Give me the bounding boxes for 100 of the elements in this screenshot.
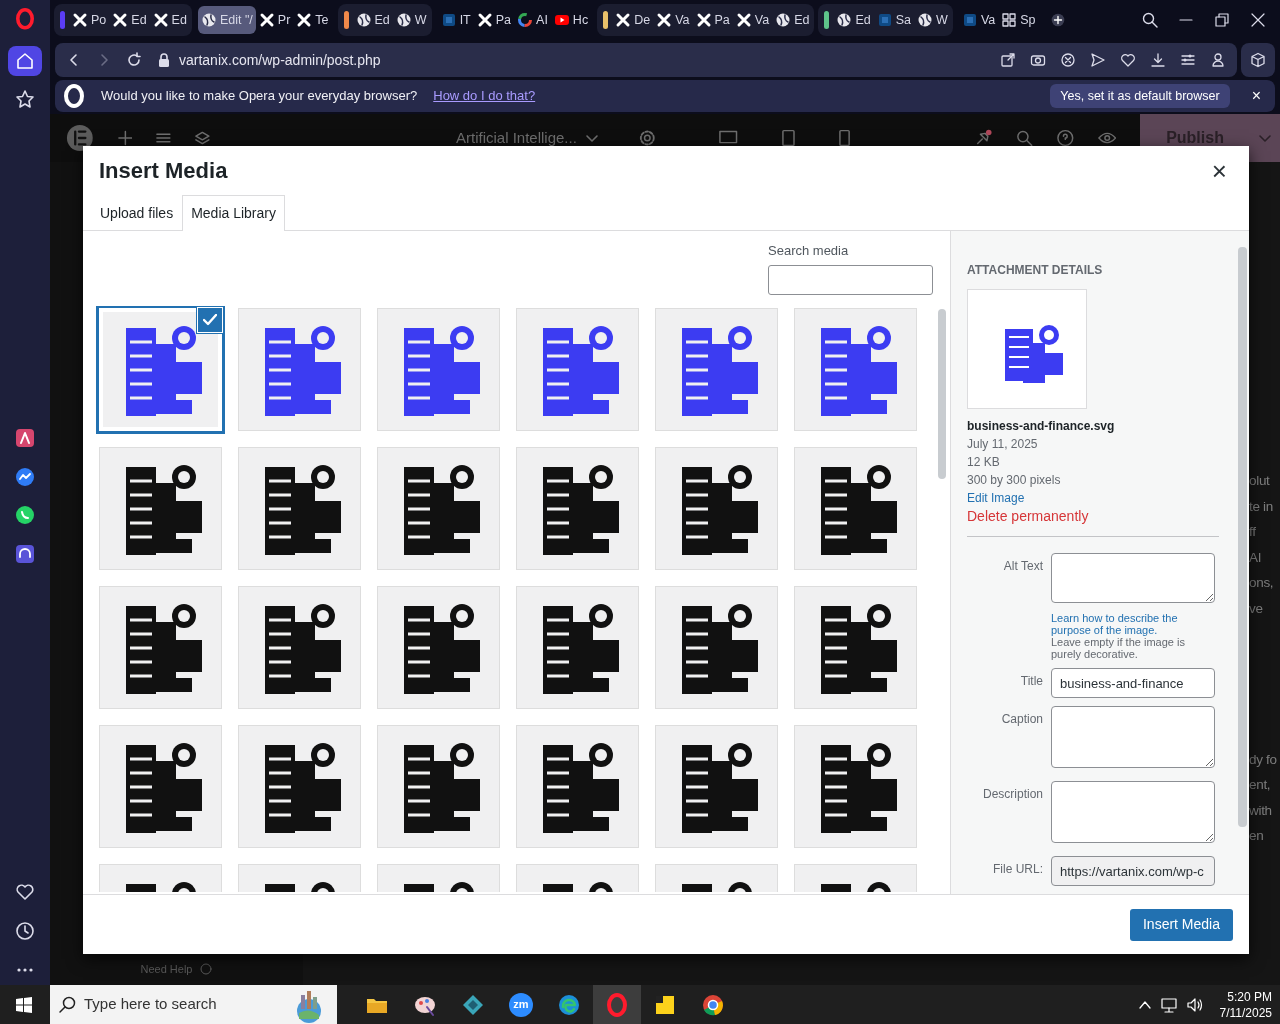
browser-tab[interactable]: Va <box>732 6 773 34</box>
search-icon <box>1142 12 1158 28</box>
browser-tab[interactable]: Hc <box>550 6 592 34</box>
media-thumbnail[interactable] <box>238 308 361 431</box>
search-label: Search media <box>768 242 849 260</box>
sidebar-button[interactable] <box>8 45 42 77</box>
media-thumbnail[interactable] <box>655 725 778 848</box>
media-thumbnail[interactable] <box>377 586 500 709</box>
swirl-icon <box>557 992 581 1017</box>
tablet-icon[interactable] <box>781 129 795 147</box>
clock-date[interactable]: 7/11/2025 <box>1219 1004 1272 1021</box>
opera-logo-icon[interactable] <box>15 8 35 30</box>
x-shape-icon <box>695 12 712 28</box>
set-default-button[interactable]: Yes, set it as default browser <box>1050 83 1230 109</box>
browser-tab[interactable]: Ed <box>149 6 190 34</box>
media-thumbnail[interactable] <box>377 308 500 431</box>
browser-tab[interactable]: Ed <box>109 6 150 34</box>
heart-icon <box>1120 52 1136 68</box>
phone-icon[interactable] <box>838 129 850 147</box>
globe-icon <box>395 12 412 28</box>
document-title[interactable]: Artificial Intellige... <box>455 126 577 150</box>
browser-tab[interactable]: Po <box>69 6 110 34</box>
media-thumbnail[interactable] <box>238 447 361 570</box>
clock-time[interactable]: 5:20 PM <box>1219 988 1272 1005</box>
upload-date: July 11, 2025 <box>967 436 1039 453</box>
browser-tab[interactable]: Va <box>958 6 999 34</box>
media-thumbnail[interactable] <box>516 308 639 431</box>
browser-tab[interactable]: Sa <box>873 6 915 34</box>
media-thumbnail[interactable] <box>238 725 361 848</box>
media-thumbnail[interactable] <box>99 308 222 431</box>
section-heading: ATTACHMENT DETAILS <box>967 262 1104 279</box>
browser-tab[interactable]: Pa <box>692 6 733 34</box>
media-thumbnail[interactable] <box>655 586 778 709</box>
browser-tab[interactable]: Va <box>653 6 693 34</box>
media-thumbnail[interactable] <box>99 586 222 709</box>
plus-icon[interactable] <box>117 130 133 146</box>
speaker-icon[interactable] <box>1185 996 1204 1013</box>
desktop-icon[interactable] <box>719 130 738 146</box>
help-link[interactable]: How do I do that? <box>433 86 536 106</box>
url-field[interactable]: https://vartanix.com/wp-c <box>1051 856 1215 886</box>
article-text: with <box>1249 801 1273 820</box>
media-thumbnail[interactable] <box>377 447 500 570</box>
taskbar-search-field[interactable]: Type here to search <box>50 985 337 1024</box>
x-shape-icon <box>258 12 275 28</box>
article-text: ve <box>1249 599 1264 618</box>
media-thumbnail[interactable] <box>655 308 778 431</box>
layers-icon[interactable] <box>195 130 210 146</box>
browser-tab[interactable]: Ed <box>772 6 813 34</box>
modal-tab[interactable]: Media Library <box>182 195 285 231</box>
browser-tab[interactable]: W <box>914 6 951 34</box>
gear-icon[interactable] <box>638 129 656 147</box>
image-dimensions: 300 by 300 pixels <box>967 472 1062 489</box>
input-field[interactable]: business-and-finance <box>1051 668 1215 698</box>
checkbox[interactable] <box>198 308 222 332</box>
x-shape-icon <box>152 12 169 28</box>
media-thumbnail[interactable] <box>377 725 500 848</box>
browser-tab[interactable]: Sp <box>998 6 1039 34</box>
edit-image-link[interactable]: Edit Image <box>967 491 1025 505</box>
camera-icon <box>1030 52 1046 68</box>
browser-tab[interactable]: IT <box>437 6 474 34</box>
network-icon[interactable] <box>1159 996 1178 1013</box>
browser-tab[interactable]: Ed <box>833 6 874 34</box>
text-area[interactable] <box>1051 781 1215 843</box>
text-area[interactable] <box>1051 706 1215 768</box>
globe-icon <box>200 12 217 28</box>
colored-ring-icon <box>517 12 534 28</box>
insert-media-button[interactable]: Insert Media <box>1129 908 1233 941</box>
browser-tab[interactable]: Te <box>293 6 332 34</box>
media-thumbnail[interactable] <box>238 586 361 709</box>
search-field[interactable] <box>768 264 933 295</box>
help-link[interactable]: Learn how to describe the purpose of the image. <box>1051 612 1215 636</box>
browser-tab[interactable]: W <box>392 6 430 34</box>
media-thumbnail[interactable] <box>516 725 639 848</box>
browser-tab[interactable]: De <box>612 6 654 34</box>
eye-icon[interactable] <box>1097 130 1117 146</box>
media-thumbnail[interactable] <box>99 725 222 848</box>
browser-tab[interactable]: Ed <box>352 6 393 34</box>
media-thumbnail[interactable] <box>99 447 222 570</box>
globe-icon <box>355 12 372 28</box>
media-thumbnail[interactable] <box>794 586 917 709</box>
modal-tab[interactable]: Upload files <box>91 195 183 231</box>
media-thumbnail[interactable] <box>794 308 917 431</box>
media-thumbnail[interactable] <box>516 586 639 709</box>
globe-icon <box>775 12 792 28</box>
browser-tab[interactable]: Pa <box>473 6 515 34</box>
browser-tab[interactable]: Pr <box>255 6 294 34</box>
media-thumbnail[interactable] <box>516 447 639 570</box>
opera-logo-icon <box>605 992 629 1017</box>
media-thumbnail[interactable] <box>794 725 917 848</box>
help-icon[interactable] <box>1056 129 1074 147</box>
text-area[interactable] <box>1051 553 1215 603</box>
banner-close-button[interactable]: × <box>1245 87 1267 105</box>
delete-link[interactable]: Delete permanently <box>967 508 1089 524</box>
field-label: Description <box>981 786 1043 803</box>
browser-tab[interactable]: Edit "/ <box>197 6 256 34</box>
browser-tab[interactable]: AI <box>514 6 551 34</box>
media-thumbnail[interactable] <box>655 447 778 570</box>
media-thumbnail[interactable] <box>794 447 917 570</box>
check-icon <box>203 314 217 326</box>
search-icon[interactable] <box>1016 129 1033 147</box>
